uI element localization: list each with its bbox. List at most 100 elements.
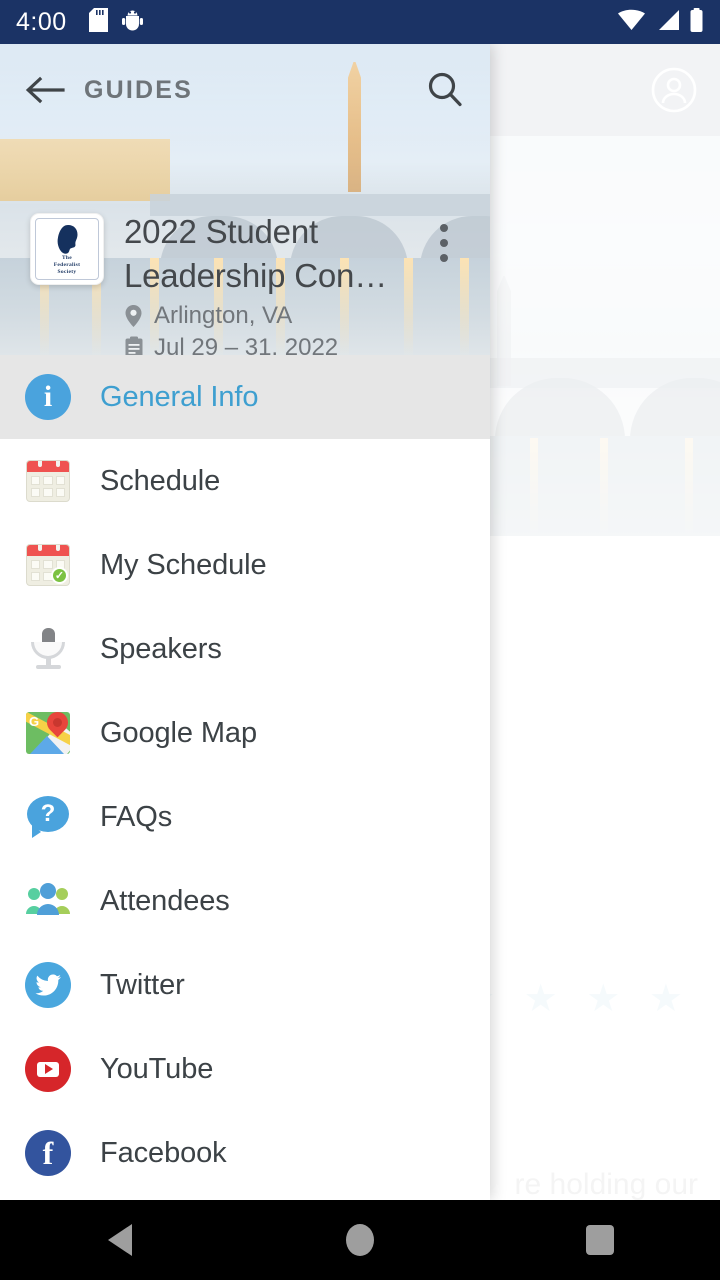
calendar-ring [56,545,60,551]
drawer-menu: i General Info Schedule ✓ My Schedule Sp… [0,355,490,1195]
menu-item-label: FAQs [100,800,173,833]
calendar-check-icon: ✓ [22,539,74,591]
twitter-circle [25,962,71,1008]
calendar-ring [38,545,42,551]
event-dates-row: Jul 29 – 31, 2022 [124,334,474,355]
event-logo-line3: Society [57,268,77,275]
event-logo-line1: The [61,254,73,261]
google-g-letter: G [29,714,40,729]
event-logo-inner: The Federalist Society [35,218,99,280]
kebab-dot [440,254,448,262]
calendar-shape [26,460,70,502]
drawer-header: GUIDES The Federalist Society 2022 Stude… [0,44,490,355]
calendar-grid [31,476,65,497]
kebab-dot [440,239,448,247]
info-icon-circle: i [25,374,71,420]
cellular-signal-icon [655,9,680,36]
mic-base [36,665,61,669]
location-pin-icon [124,304,154,328]
menu-item-twitter[interactable]: Twitter [0,943,490,1027]
lincoln-memorial-shape [0,139,170,201]
google-map-shape: G [26,712,70,754]
facebook-icon: f [22,1127,74,1179]
faq-bubble-shape: ? [26,796,70,838]
navigation-back-button[interactable] [60,1200,180,1280]
faq-bubble-tail [32,824,41,838]
status-bar-right-icons [617,7,704,37]
event-dates-text: Jul 29 – 31, 2022 [154,334,339,355]
drawer-title: GUIDES [84,75,194,104]
event-meta: 2022 Student Leadership Con… Arlington, … [124,210,474,355]
home-circle-icon [346,1224,374,1256]
menu-item-label: YouTube [100,1052,214,1085]
mic-cradle [31,642,65,659]
menu-item-youtube[interactable]: YouTube [0,1027,490,1111]
phone-screen: 4:00 GUIDES The Federalist Society 2022 … [0,0,720,1280]
menu-item-label: Twitter [100,968,185,1001]
navigation-recents-button[interactable] [540,1200,660,1280]
microphone-icon [22,623,74,675]
menu-item-google-map[interactable]: G Google Map [0,691,490,775]
event-title: 2022 Student Leadership Con… [124,213,387,294]
people-icon [22,875,74,927]
recents-square-icon [586,1225,614,1255]
youtube-circle [25,1046,71,1092]
event-logo-line2: Federalist [53,261,81,268]
check-badge-icon: ✓ [51,567,68,584]
menu-item-general-info[interactable]: i General Info [0,355,490,439]
people-group-shape [26,883,70,915]
calendar-clipboard-icon [124,336,154,355]
play-triangle-icon [45,1064,53,1074]
calendar-ring [38,461,42,467]
menu-item-facebook[interactable]: f Facebook [0,1111,490,1195]
kebab-dot [440,224,448,232]
search-icon[interactable] [422,67,468,113]
google-map-icon: G [22,707,74,759]
wifi-icon [617,9,646,36]
sd-card-icon [88,7,108,37]
youtube-screen [37,1061,59,1077]
calendar-icon [22,455,74,507]
menu-item-speakers[interactable]: Speakers [0,607,490,691]
event-summary: The Federalist Society 2022 Student Lead… [0,210,490,355]
map-water [30,736,64,754]
menu-item-my-schedule[interactable]: ✓ My Schedule [0,523,490,607]
menu-item-faqs[interactable]: ? FAQs [0,775,490,859]
status-bar: 4:00 [0,0,720,44]
youtube-icon [22,1043,74,1095]
twitter-bird-shape [35,973,61,996]
twitter-icon [22,959,74,1011]
status-bar-clock: 4:00 [16,7,67,36]
drawer-scrim[interactable] [490,44,720,1200]
question-bubble-icon: ? [22,791,74,843]
calendar-ring [56,461,60,467]
menu-item-schedule[interactable]: Schedule [0,439,490,523]
calendar-shape: ✓ [26,544,70,586]
menu-item-label: Speakers [100,632,222,665]
menu-item-label: Facebook [100,1136,227,1169]
federalist-profile-silhouette [57,224,78,254]
event-location-text: Arlington, VA [154,302,293,329]
drawer-top-bar: GUIDES [0,44,490,136]
more-options-icon[interactable] [424,220,464,266]
menu-item-label: Google Map [100,716,257,749]
menu-item-label: My Schedule [100,548,267,581]
menu-item-label: Attendees [100,884,230,917]
calendar-header-bar [27,461,69,472]
facebook-circle: f [25,1130,71,1176]
menu-item-label: General Info [100,380,259,413]
status-bar-left-icons [88,7,143,37]
back-arrow-icon[interactable] [22,67,68,113]
menu-item-attendees[interactable]: Attendees [0,859,490,943]
info-icon: i [22,371,74,423]
android-debug-icon [121,8,143,37]
back-triangle-icon [108,1224,132,1256]
navigation-home-button[interactable] [300,1200,420,1280]
calendar-header-bar [27,545,69,556]
battery-icon [689,7,704,37]
system-navigation-bar [0,1200,720,1280]
event-location-row: Arlington, VA [124,302,474,330]
navigation-drawer: GUIDES The Federalist Society 2022 Stude… [0,44,490,1200]
microphone-shape [26,627,70,671]
menu-item-label: Schedule [100,464,221,497]
